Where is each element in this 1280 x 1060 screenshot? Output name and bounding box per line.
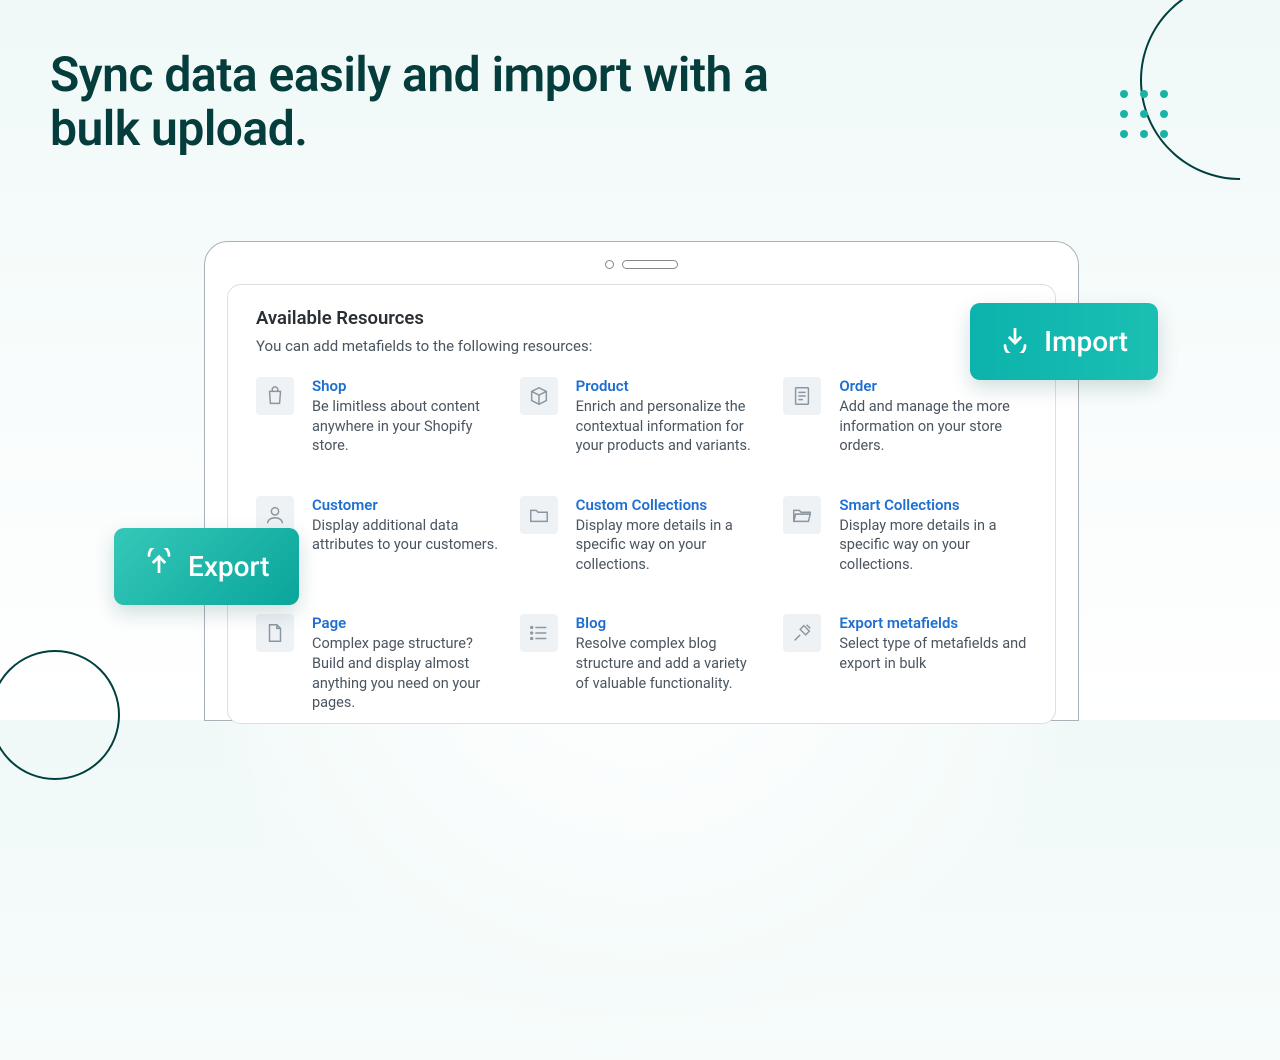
resource-item-order[interactable]: Order Add and manage the more informatio… xyxy=(783,377,1027,456)
box-icon xyxy=(520,377,558,415)
upload-icon xyxy=(144,548,174,585)
import-label: Import xyxy=(1044,325,1128,358)
tools-icon xyxy=(783,614,821,652)
resource-desc: Enrich and personalize the contextual in… xyxy=(576,397,764,456)
resources-panel: Available Resources You can add metafiel… xyxy=(227,284,1056,724)
file-icon xyxy=(256,614,294,652)
document-icon xyxy=(783,377,821,415)
resource-item-product[interactable]: Product Enrich and personalize the conte… xyxy=(520,377,764,456)
resource-item-custom-collections[interactable]: Custom Collections Display more details … xyxy=(520,496,764,575)
resource-desc: Select type of metafields and export in … xyxy=(839,634,1027,673)
decorative-dot-grid xyxy=(1120,90,1168,138)
resource-desc: Add and manage the more information on y… xyxy=(839,397,1027,456)
resource-title[interactable]: Product xyxy=(576,377,764,395)
resources-grid: Shop Be limitless about content anywhere… xyxy=(256,377,1027,713)
resource-item-shop[interactable]: Shop Be limitless about content anywhere… xyxy=(256,377,500,456)
resource-desc: Display more details in a specific way o… xyxy=(576,516,764,575)
resource-item-export-metafields[interactable]: Export metafields Select type of metafie… xyxy=(783,614,1027,712)
resource-desc: Resolve complex blog structure and add a… xyxy=(576,634,764,693)
folder-open-icon xyxy=(783,496,821,534)
tablet-speaker-icon xyxy=(622,260,678,269)
bag-icon xyxy=(256,377,294,415)
resource-title[interactable]: Shop xyxy=(312,377,500,395)
resource-desc: Display more details in a specific way o… xyxy=(839,516,1027,575)
tablet-camera-icon xyxy=(605,260,614,269)
download-icon xyxy=(1000,323,1030,360)
resource-title[interactable]: Customer xyxy=(312,496,500,514)
page-headline: Sync data easily and import with a bulk … xyxy=(50,48,820,156)
resource-desc: Complex page structure? Build and displa… xyxy=(312,634,500,712)
resource-item-smart-collections[interactable]: Smart Collections Display more details i… xyxy=(783,496,1027,575)
panel-subtitle: You can add metafields to the following … xyxy=(256,337,1027,355)
folder-icon xyxy=(520,496,558,534)
tablet-frame: Available Resources You can add metafiel… xyxy=(204,241,1079,721)
export-button[interactable]: Export xyxy=(114,528,299,605)
resource-title[interactable]: Smart Collections xyxy=(839,496,1027,514)
import-button[interactable]: Import xyxy=(970,303,1158,380)
tablet-top-bar xyxy=(205,256,1078,272)
resource-desc: Display additional data attributes to yo… xyxy=(312,516,500,555)
resource-item-blog[interactable]: Blog Resolve complex blog structure and … xyxy=(520,614,764,712)
list-icon xyxy=(520,614,558,652)
resource-title[interactable]: Page xyxy=(312,614,500,632)
resource-title[interactable]: Export metafields xyxy=(839,614,1027,632)
panel-title: Available Resources xyxy=(256,307,1027,329)
resource-title[interactable]: Blog xyxy=(576,614,764,632)
decorative-circle xyxy=(0,650,120,780)
resource-item-page[interactable]: Page Complex page structure? Build and d… xyxy=(256,614,500,712)
resource-title[interactable]: Custom Collections xyxy=(576,496,764,514)
resource-desc: Be limitless about content anywhere in y… xyxy=(312,397,500,456)
export-label: Export xyxy=(188,550,269,583)
